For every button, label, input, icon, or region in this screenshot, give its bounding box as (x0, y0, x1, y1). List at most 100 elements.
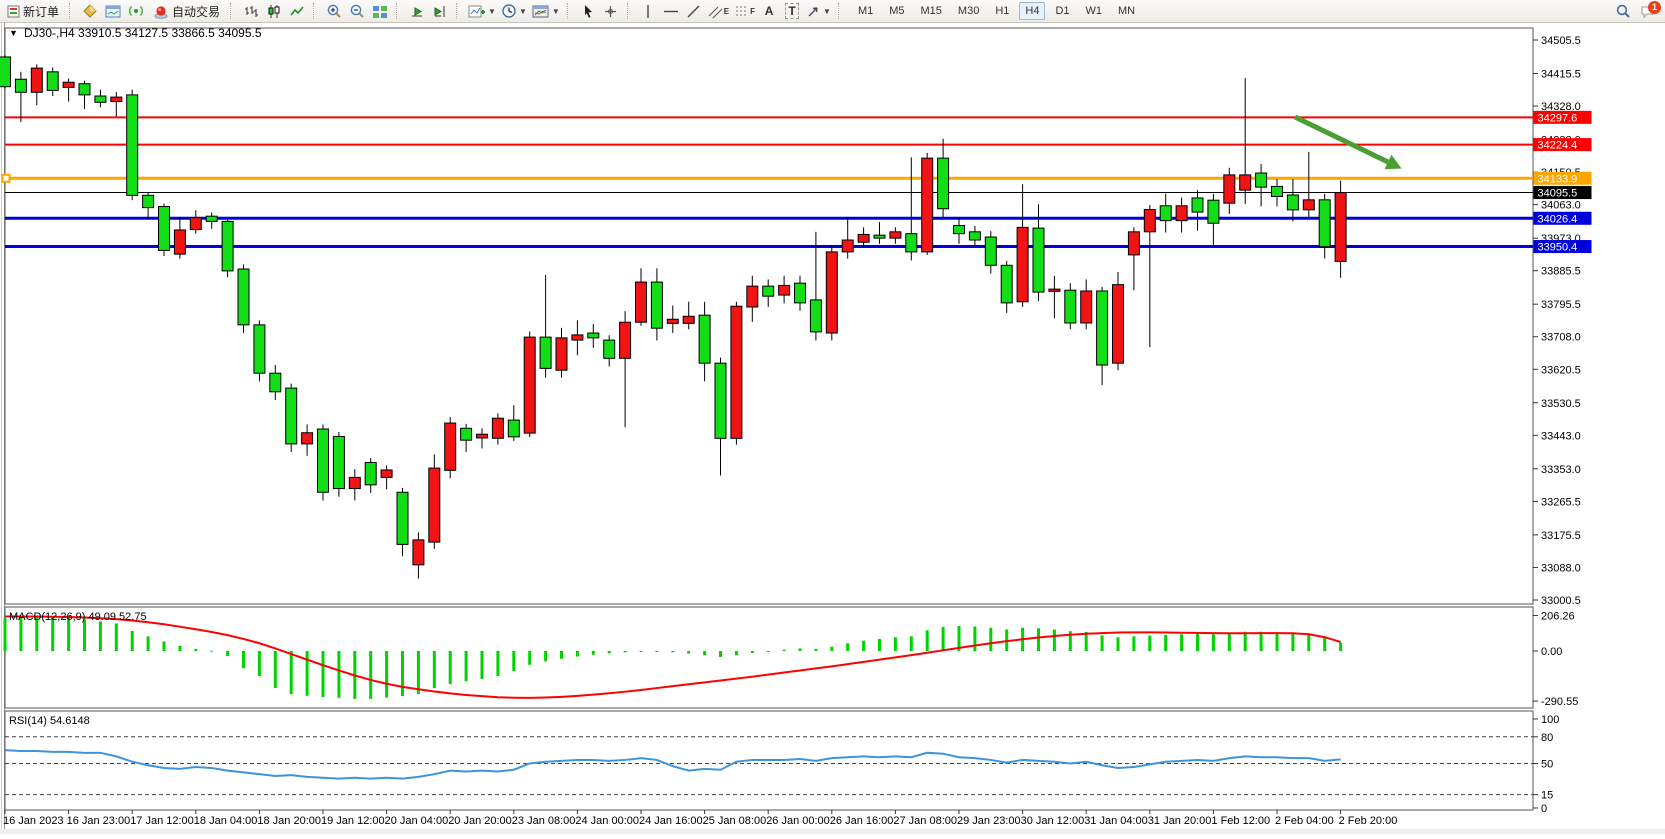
arrows-icon (806, 4, 821, 19)
cursor-icon (581, 4, 595, 19)
chevron-down-icon: ▼ (488, 7, 496, 16)
timeframe-M30[interactable]: M30 (952, 2, 985, 20)
pane-splitter[interactable] (5, 607, 1533, 708)
chevron-down-icon: ▼ (823, 7, 831, 16)
clock-icon (501, 3, 517, 19)
chart-window: ▼DJ30-,H4 33910.5 34127.5 33866.5 34095.… (0, 23, 1665, 834)
price-tick-label: 33443.0 (1541, 430, 1581, 442)
rsi-axis-label: 0 (1541, 803, 1547, 815)
time-axis[interactable]: 16 Jan 202316 Jan 23:0017 Jan 12:0018 Ja… (3, 810, 1397, 827)
crosshair-tool-button[interactable] (600, 1, 622, 21)
time-axis-label: 24 Jan 16:00 (639, 815, 703, 827)
rsi-label: RSI(14) 54.6148 (9, 715, 90, 727)
chart-canvas[interactable]: ▼DJ30-,H4 33910.5 34127.5 33866.5 34095.… (0, 23, 1665, 834)
price-tag-label: 34026.4 (1538, 213, 1578, 225)
candle (826, 246, 837, 341)
timeframe-D1[interactable]: D1 (1049, 2, 1075, 20)
time-axis-label: 16 Jan 23:00 (67, 815, 131, 827)
line-anchor-marker[interactable] (3, 175, 10, 182)
autotrading-button[interactable]: 自动交易 (148, 1, 225, 21)
candle (159, 204, 170, 256)
window-bottom-edge (0, 829, 1665, 834)
chevron-down-icon: ▼ (552, 7, 560, 16)
indicators-icon (468, 4, 486, 19)
cursor-tool-button[interactable] (577, 1, 599, 21)
candle (445, 417, 456, 478)
equidistant-channel-tool-button[interactable]: E (706, 1, 731, 21)
price-tick-label: 33795.5 (1541, 299, 1581, 311)
market-watch-button[interactable] (79, 1, 101, 21)
new-order-button[interactable]: 新订单 (2, 1, 64, 21)
rsi-pane[interactable]: RSI(14) 54.6148 (5, 711, 1533, 810)
timeframe-group: M1M5 M15M30H1H4D1 W1MN (852, 2, 1141, 20)
time-axis-label: 31 Jan 20:00 (1148, 815, 1212, 827)
arrows-tool-button[interactable]: ▼ (804, 1, 833, 21)
templates-icon (532, 4, 550, 19)
candle (238, 265, 249, 333)
horizontal-line-tool-button[interactable] (660, 1, 682, 21)
time-axis-label: 26 Jan 00:00 (766, 815, 830, 827)
price-tag-label: 34224.4 (1538, 140, 1578, 152)
timeframe-M5[interactable]: M5 (883, 2, 910, 20)
tile-windows-button[interactable] (369, 1, 391, 21)
candle (318, 425, 329, 501)
line-chart-button[interactable] (286, 1, 308, 21)
vertical-line-tool-button[interactable] (637, 1, 659, 21)
candle (731, 302, 742, 445)
vertical-line-icon (642, 4, 654, 19)
crosshair-icon (603, 4, 618, 19)
diamond-icon (82, 3, 98, 19)
periods-button[interactable]: ▼ (499, 1, 529, 21)
toolbar-separator (230, 3, 235, 19)
toolbar-separator (396, 3, 401, 19)
trendline-tool-button[interactable] (683, 1, 705, 21)
timeframe-H1[interactable]: H1 (989, 2, 1015, 20)
indicators-button[interactable]: ▼ (466, 1, 498, 21)
toolbar-separator (456, 3, 461, 19)
timeframe-M15[interactable]: M15 (915, 2, 948, 20)
rsi-axis-label: 15 (1541, 790, 1553, 802)
main-pane[interactable]: ▼DJ30-,H4 33910.5 34127.5 33866.5 34095.… (0, 26, 1533, 604)
price-tag-label: 34095.5 (1538, 188, 1578, 200)
timeframe-H4[interactable]: H4 (1019, 2, 1045, 20)
autotrading-icon (153, 4, 169, 19)
tile-windows-icon (372, 4, 388, 19)
candle (333, 432, 344, 497)
time-axis-label: 16 Jan 2023 (3, 815, 64, 827)
bar-chart-button[interactable] (240, 1, 262, 21)
chevron-down-icon: ▼ (519, 7, 527, 16)
chart-shift-button[interactable] (429, 1, 451, 21)
text-label-tool-button[interactable]: T (781, 1, 803, 21)
rsi-axis-label: 50 (1541, 759, 1553, 771)
zoom-out-button[interactable] (346, 1, 368, 21)
auto-scroll-button[interactable] (406, 1, 428, 21)
time-axis-label: 25 Jan 08:00 (703, 815, 767, 827)
notification-badge: 1 (1648, 1, 1661, 14)
horizontal-line-icon (663, 4, 679, 19)
timeframe-M1[interactable]: M1 (852, 2, 879, 20)
text-label-icon: T (785, 3, 798, 19)
symbol-dropdown-icon[interactable]: ▼ (9, 28, 18, 38)
new-order-label: 新订单 (23, 3, 59, 20)
price-axis[interactable]: 34505.534415.534328.034238.034150.534063… (1533, 35, 1592, 815)
timeframe-W1[interactable]: W1 (1080, 2, 1109, 20)
chart-shift-icon (432, 4, 448, 19)
candlestick-chart-button[interactable] (263, 1, 285, 21)
templates-button[interactable]: ▼ (530, 1, 562, 21)
search-button[interactable] (1612, 1, 1634, 21)
zoom-in-icon (326, 3, 342, 19)
timeframe-MN[interactable]: MN (1112, 2, 1141, 20)
time-axis-label: 23 Jan 08:00 (512, 815, 576, 827)
text-tool-button[interactable]: A (758, 1, 780, 21)
time-axis-label: 2 Feb 04:00 (1275, 815, 1334, 827)
price-tick-label: 33265.5 (1541, 496, 1581, 508)
fibonacci-tool-button[interactable]: F (732, 1, 757, 21)
signals-button[interactable] (125, 1, 147, 21)
time-axis-label: 2 Feb 20:00 (1339, 815, 1398, 827)
macd-pane[interactable]: MACD(12,26,9) 49.09 52.75 (4, 607, 1534, 708)
toolbar-separator (567, 3, 572, 19)
data-window-button[interactable] (102, 1, 124, 21)
notifications-button[interactable]: 1 (1635, 1, 1661, 21)
autotrading-label: 自动交易 (172, 3, 220, 20)
zoom-in-button[interactable] (323, 1, 345, 21)
